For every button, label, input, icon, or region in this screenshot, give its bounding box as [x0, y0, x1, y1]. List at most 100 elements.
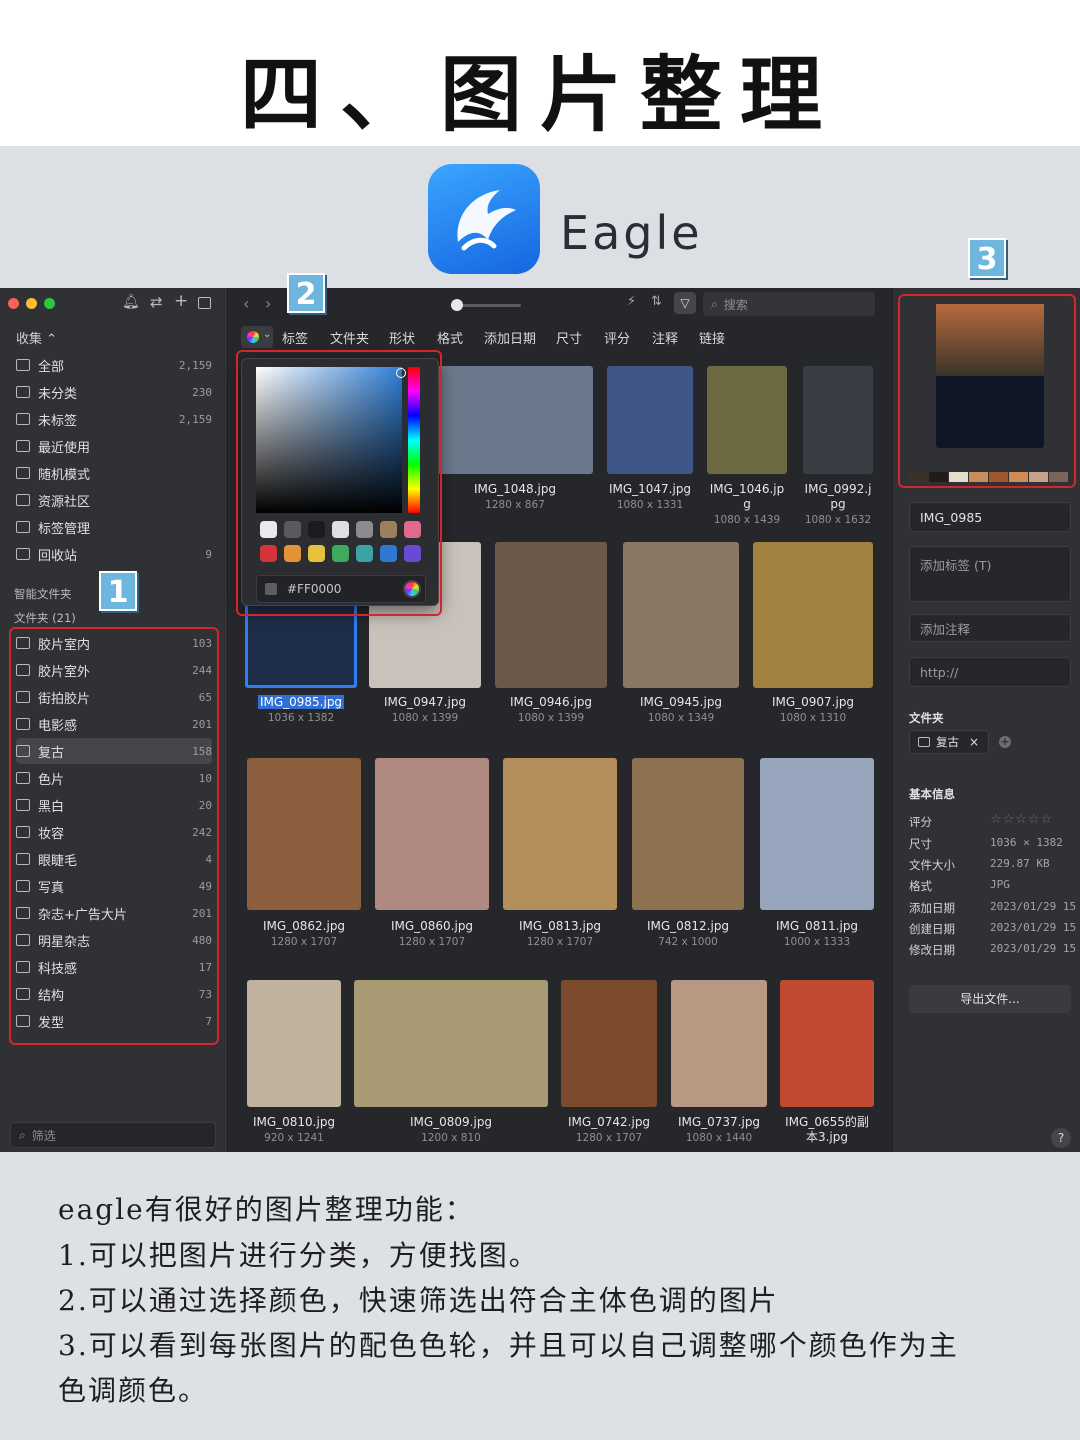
filter-tags[interactable]: 标签 — [282, 328, 308, 347]
sidebar-item-community[interactable]: 资源社区 — [16, 487, 212, 513]
image-filename: IMG_0946.jpg — [509, 695, 593, 709]
back-icon[interactable]: ‹ — [243, 294, 249, 313]
info-label: 添加日期 — [909, 901, 955, 915]
folder-chip[interactable]: 复古 × — [909, 730, 989, 754]
bookmark-icon — [16, 521, 30, 533]
image-filename: IMG_0992.j pg — [804, 482, 872, 511]
image-dimensions: 920 x 1241 — [264, 1132, 324, 1144]
image-dimensions: 1080 x 1331 — [616, 499, 684, 511]
add-folder-icon[interactable]: + — [999, 736, 1011, 748]
image-thumbnail[interactable] — [803, 366, 873, 474]
info-value: JPG — [990, 878, 1010, 891]
info-value: 2023/01/29 15 — [990, 921, 1077, 934]
image-thumbnail[interactable] — [760, 758, 874, 910]
search-input[interactable]: ⌕ 搜索 — [703, 292, 875, 316]
image-dimensions: 1000 x 1333 — [783, 936, 851, 948]
close-window-button[interactable] — [8, 298, 19, 309]
remove-folder-icon[interactable]: × — [969, 735, 979, 749]
filter-format[interactable]: 格式 — [437, 328, 463, 347]
filter-shape[interactable]: 形状 — [389, 328, 415, 347]
filter-add-date[interactable]: 添加日期 — [484, 328, 536, 347]
rating-stars[interactable]: ☆☆☆☆☆ — [990, 812, 1053, 827]
folders-header[interactable]: 文件夹 (21) — [14, 610, 76, 626]
inspector-highlight-box — [898, 294, 1076, 488]
name-field[interactable]: IMG_0985 — [909, 502, 1071, 532]
export-file-button[interactable]: 导出文件... — [909, 985, 1071, 1013]
sidebar-item-random[interactable]: 随机模式 — [16, 460, 212, 486]
clock-icon — [16, 440, 30, 452]
info-label: 修改日期 — [909, 943, 955, 957]
image-thumbnail[interactable] — [623, 542, 739, 688]
info-label: 评分 — [909, 815, 932, 829]
forward-icon[interactable]: › — [265, 294, 271, 313]
search-icon: ⌕ — [711, 296, 718, 311]
info-value: 229.87 KB — [990, 857, 1050, 870]
image-dimensions: 1080 x 1399 — [517, 712, 585, 724]
image-thumbnail[interactable] — [495, 542, 607, 688]
basic-info-header: 基本信息 — [909, 787, 955, 801]
image-thumbnail[interactable] — [354, 980, 548, 1107]
description-line: 2.可以通过选择颜色，快速筛选出符合主体色调的图片 — [58, 1284, 779, 1317]
sidebar-item-recent[interactable]: 最近使用 — [16, 433, 212, 459]
minimize-window-button[interactable] — [26, 298, 37, 309]
image-thumbnail[interactable] — [437, 366, 593, 474]
smart-folders-header[interactable]: 智能文件夹 — [14, 586, 72, 602]
app-name: Eagle — [560, 206, 703, 260]
tags-field[interactable]: 添加标签 (T) — [909, 546, 1071, 602]
image-filename: IMG_0810.jpg — [252, 1115, 336, 1129]
add-icon[interactable]: + — [174, 291, 188, 311]
filter-icon[interactable]: ▽ — [674, 292, 696, 314]
sidebar-toggle-icon[interactable] — [198, 297, 211, 309]
image-thumbnail[interactable] — [247, 980, 341, 1107]
sidebar-item-trash[interactable]: 回收站 9 — [16, 541, 212, 567]
image-dimensions: 742 x 1000 — [658, 936, 718, 948]
image-thumbnail[interactable] — [375, 758, 489, 910]
image-thumbnail[interactable] — [561, 980, 657, 1107]
sidebar-item-untagged[interactable]: 未标签 2,159 — [16, 406, 212, 432]
filter-notes[interactable]: 注释 — [652, 328, 678, 347]
collect-header[interactable]: 收集 ⌃ — [16, 328, 57, 347]
color-filter-highlight-box — [236, 350, 442, 616]
sidebar-item-uncategorized[interactable]: 未分类 230 — [16, 379, 212, 405]
image-thumbnail[interactable] — [503, 758, 617, 910]
image-filename: IMG_0813.jpg — [518, 919, 602, 933]
image-thumbnail[interactable] — [607, 366, 693, 474]
chevron-down-icon: ⌄ — [263, 329, 272, 340]
filter-rating[interactable]: 评分 — [604, 328, 630, 347]
zoom-window-button[interactable] — [44, 298, 55, 309]
notes-field[interactable]: 添加注释 — [909, 614, 1071, 642]
page-title: 四、图片整理 — [239, 47, 840, 143]
image-thumbnail[interactable] — [753, 542, 873, 688]
image-thumbnail[interactable] — [632, 758, 744, 910]
image-thumbnail[interactable] — [247, 758, 361, 910]
step-badge-2: 2 — [287, 273, 325, 313]
filter-size[interactable]: 尺寸 — [556, 328, 582, 347]
sidebar-filter-input[interactable]: ⌕ 筛选 — [10, 1122, 216, 1148]
folder-section-header: 文件夹 — [909, 711, 944, 725]
color-filter-button[interactable]: ⌄ — [241, 326, 273, 348]
help-button[interactable]: ? — [1051, 1128, 1071, 1148]
image-filename: IMG_1046.jp g — [709, 482, 785, 511]
url-field[interactable]: http:// — [909, 657, 1071, 687]
image-thumbnail[interactable] — [707, 366, 787, 474]
image-filename: IMG_0907.jpg — [771, 695, 855, 709]
filter-folder[interactable]: 文件夹 — [330, 328, 369, 347]
description-line: 色调颜色。 — [58, 1374, 209, 1407]
image-thumbnail[interactable] — [780, 980, 874, 1107]
info-label: 格式 — [909, 879, 932, 893]
zoom-slider-thumb[interactable] — [451, 299, 463, 311]
bell-icon[interactable]: 🔔︎ — [122, 294, 140, 310]
image-filename: IMG_0809.jpg — [409, 1115, 493, 1129]
image-filename: IMG_0737.jpg — [677, 1115, 761, 1129]
eagle-app-icon — [428, 164, 540, 274]
image-filename-selected: IMG_0985.jpg — [257, 695, 345, 709]
image-dimensions: 1280 x 1707 — [270, 936, 338, 948]
image-thumbnail[interactable] — [671, 980, 767, 1107]
filter-link[interactable]: 链接 — [699, 328, 725, 347]
sort-icon[interactable]: ⇅ — [651, 294, 662, 309]
sidebar-item-tag-manager[interactable]: 标签管理 — [16, 514, 212, 540]
image-filename: IMG_0811.jpg — [775, 919, 859, 933]
bolt-icon[interactable]: ⚡︎ — [627, 294, 636, 309]
sync-icon[interactable]: ⇄ — [150, 293, 163, 311]
sidebar-item-all[interactable]: 全部 2,159 — [16, 352, 212, 378]
